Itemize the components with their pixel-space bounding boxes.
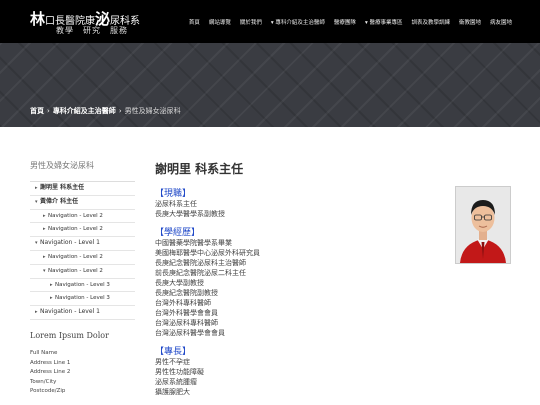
- text-line: 台灣泌尿科專科醫師: [155, 319, 218, 327]
- sidebar-item-label: Navigation - Level 3: [55, 281, 110, 288]
- text-line: 泌尿科系主任: [155, 200, 197, 208]
- sidebar: 男性及婦女泌尿科 ▸ 謝明里 科系主任 ▾ 黃偉介 科主任 ▸ Navigation …: [30, 160, 135, 320]
- address-line: Address Line 2: [30, 369, 71, 375]
- nav-item-services[interactable]: ▾ 醫療事業專區: [365, 18, 403, 26]
- address-name: Full Name: [30, 350, 58, 356]
- page-title: 謝明里 科系主任: [155, 162, 244, 176]
- sidebar-item-label: Navigation - Level 2: [48, 253, 103, 260]
- site-slogan: 教學 研究 服務: [56, 26, 128, 35]
- nav-item-team[interactable]: 醫療團隊: [334, 18, 356, 26]
- chevron-down-icon: ▾: [35, 240, 38, 247]
- sidebar-item[interactable]: ▾ Navigation - Level 2: [30, 265, 135, 279]
- sidebar-item[interactable]: ▸ Navigation - Level 2: [30, 223, 135, 238]
- doctor-portrait: [455, 186, 511, 264]
- sidebar-item-label: Navigation - Level 3: [55, 295, 110, 302]
- text-line: 中國醫藥學院醫學系畢業: [155, 239, 232, 247]
- nav-item-sitemap[interactable]: 網站導覽: [209, 18, 231, 26]
- text-line: 長庚大學醫學系副教授: [155, 210, 225, 218]
- breadcrumb-home[interactable]: 首頁: [30, 107, 44, 115]
- sidebar-item[interactable]: ▸ Navigation - Level 2: [30, 210, 135, 224]
- sidebar-item[interactable]: ▸ Navigation - Level 3: [30, 292, 135, 307]
- breadcrumb-level-1[interactable]: 專科介紹及主治醫師: [53, 107, 116, 115]
- text-line: 前長庚紀念醫院泌尿二科主任: [155, 269, 246, 277]
- sidebar-item-label: Navigation - Level 2: [48, 267, 103, 274]
- nav-item-training[interactable]: 訓表及教學訓練: [411, 18, 450, 26]
- nav-item-education[interactable]: 衛教園地: [459, 18, 481, 26]
- bullet-icon: ▸: [35, 309, 38, 316]
- text-line: 長庚紀念醫院副教授: [155, 289, 218, 297]
- text-line: 美國梅耶醫學中心泌尿外科研究員: [155, 249, 260, 257]
- bullet-icon: ▸: [50, 295, 53, 302]
- sidebar-item-label: Navigation - Level 1: [40, 308, 100, 316]
- bullet-icon: ▸: [43, 226, 46, 233]
- text-line: 攝護腺肥大: [155, 388, 190, 396]
- text-line: 男性不孕症: [155, 358, 190, 366]
- sidebar-item-label: Navigation - Level 2: [48, 212, 103, 219]
- nav-item-specialties[interactable]: ▾ 專科介紹及主治醫師: [271, 18, 325, 26]
- site-logo[interactable]: 林口長醫院康泌尿科系 教學 研究 服務: [30, 8, 140, 35]
- bullet-icon: ▸: [43, 212, 46, 219]
- bullet-icon: ▸: [35, 185, 38, 191]
- address-block: Full Name Address Line 1 Address Line 2 …: [30, 349, 70, 397]
- section-heading: 【學經歷】: [155, 228, 201, 238]
- sidebar-item[interactable]: ▾ Navigation - Level 1: [30, 237, 135, 251]
- breadcrumb-separator: ›: [118, 107, 122, 115]
- sidebar-item[interactable]: ▸ Navigation - Level 3: [30, 279, 135, 293]
- section-heading: 【現職】: [155, 189, 192, 199]
- chevron-down-icon: ▾: [43, 267, 46, 274]
- sidebar-item[interactable]: ▸ Navigation - Level 2: [30, 251, 135, 265]
- text-line: 長庚紀念醫院泌尿科主治醫師: [155, 259, 246, 267]
- chevron-down-icon: ▾: [35, 198, 38, 205]
- text-line: 泌尿系統腫瘤: [155, 378, 197, 386]
- text-line: 男性性功能障礙: [155, 368, 204, 376]
- main-content: 謝明里 科系主任 【現職】 泌尿科系主任 長庚大學醫學系副教授 【學經歷】 中國…: [155, 160, 455, 397]
- sidebar-item-label: Navigation - Level 2: [48, 226, 103, 233]
- breadcrumb-current: 男性及婦女泌尿科: [124, 107, 181, 115]
- logo-char-1: 林: [30, 10, 46, 28]
- sidebar-item-label: Navigation - Level 1: [40, 239, 100, 247]
- address-line: Address Line 1: [30, 359, 71, 366]
- widget-title: Lorem Ipsum Dolor: [30, 331, 109, 340]
- breadcrumb: 首頁 › 專科介紹及主治醫師 › 男性及婦女泌尿科: [30, 106, 181, 116]
- text-line: 台灣泌尿科醫學會會員: [155, 329, 225, 337]
- sidebar-item[interactable]: ▾ 黃偉介 科主任: [30, 196, 135, 210]
- breadcrumb-separator: ›: [47, 107, 50, 115]
- main-nav: 首頁 網站導覽 關於我們 ▾ 專科介紹及主治醫師 醫療團隊 ▾ 醫療事業專區 訓…: [189, 18, 512, 26]
- nav-item-home[interactable]: 首頁: [189, 18, 200, 26]
- sidebar-item[interactable]: ▸ Navigation - Level 1: [30, 306, 135, 320]
- sidebar-item-label: 謝明里 科系主任: [40, 184, 85, 191]
- top-header: 林口長醫院康泌尿科系 教學 研究 服務 首頁 網站導覽 關於我們 ▾ 專科介紹及…: [0, 0, 540, 43]
- portrait-image: [456, 187, 510, 263]
- sidebar-menu: ▸ 謝明里 科系主任 ▾ 黃偉介 科主任 ▸ Navigation - Level 2…: [30, 181, 135, 320]
- sidebar-item[interactable]: ▸ 謝明里 科系主任: [30, 182, 135, 196]
- address-city: Town/City: [30, 378, 57, 385]
- address-postcode: Postcode/Zip: [30, 388, 66, 394]
- nav-item-about[interactable]: 關於我們: [240, 18, 262, 26]
- nav-item-patients[interactable]: 病友園地: [490, 18, 512, 26]
- bullet-icon: ▸: [50, 281, 53, 288]
- bullet-icon: ▸: [43, 253, 46, 260]
- sidebar-title: 男性及婦女泌尿科: [30, 161, 94, 170]
- sidebar-item-label: 黃偉介 科主任: [40, 197, 79, 205]
- text-line: 台灣外科醫學會會員: [155, 309, 218, 317]
- text-line: 長庚大學副教授: [155, 279, 204, 287]
- section-heading: 【專長】: [155, 347, 192, 357]
- text-line: 台灣外科專科醫師: [155, 299, 211, 307]
